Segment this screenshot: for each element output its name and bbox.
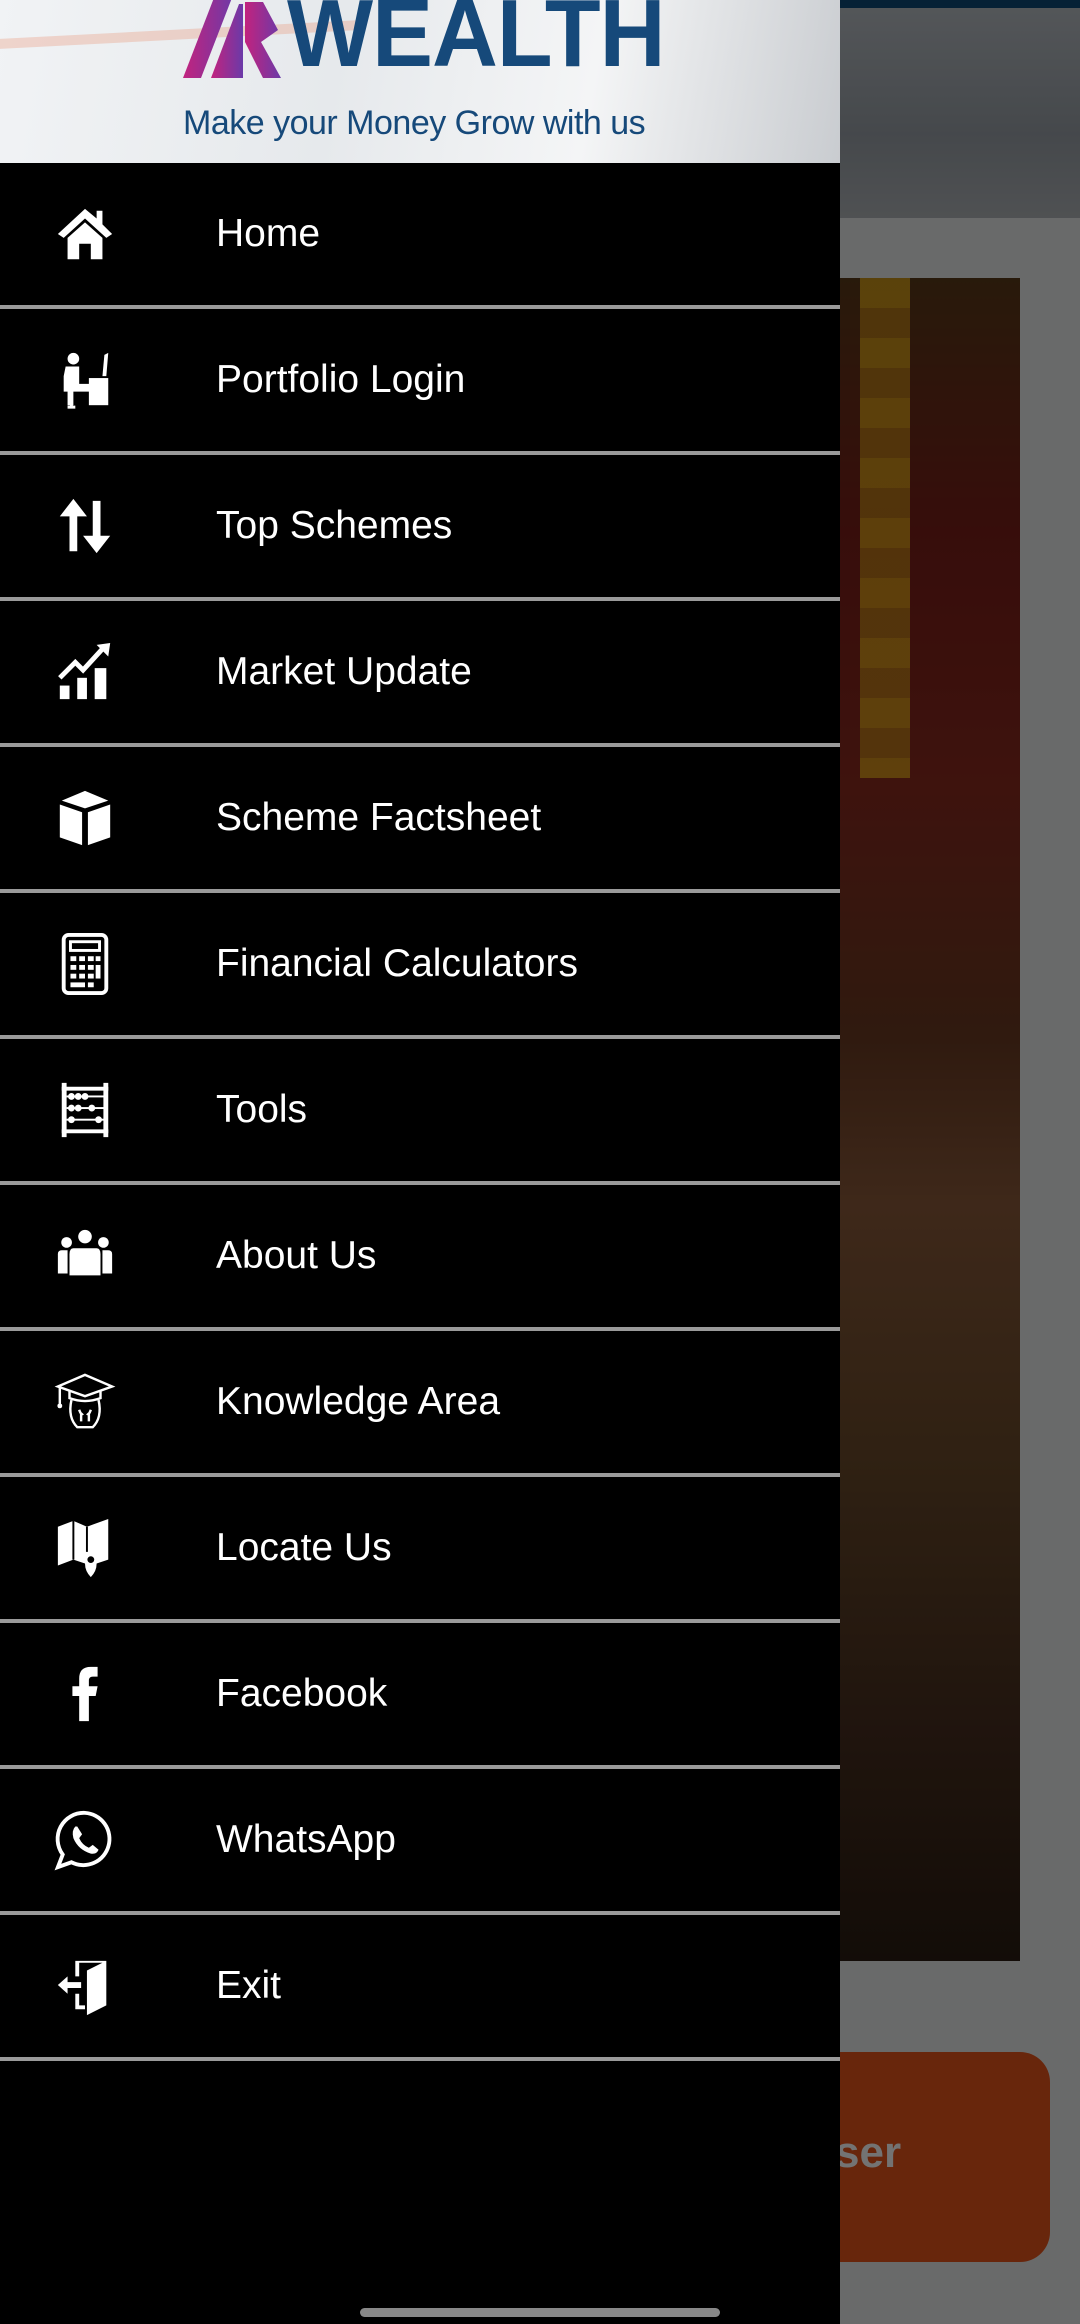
menu-label: WhatsApp xyxy=(216,1818,396,1861)
home-icon xyxy=(50,199,120,269)
chart-growth-icon xyxy=(50,637,120,707)
drawer-menu: Home Portfolio Login Top Schemes Market … xyxy=(0,163,840,2061)
calculator-icon xyxy=(50,929,120,999)
menu-label: Scheme Factsheet xyxy=(216,796,542,839)
menu-label: Home xyxy=(216,212,321,255)
menu-label: Locate Us xyxy=(216,1526,392,1569)
navigation-drawer: WEALTH Make your Money Grow with us Home… xyxy=(0,0,840,2324)
menu-label: Tools xyxy=(216,1088,308,1131)
menu-label: Knowledge Area xyxy=(216,1380,501,1423)
brand-logo: WEALTH xyxy=(183,0,684,87)
person-at-desk-icon xyxy=(50,345,120,415)
menu-label: Portfolio Login xyxy=(216,358,466,401)
menu-label: Exit xyxy=(216,1964,282,2007)
menu-item-facebook[interactable]: Facebook xyxy=(0,1623,840,1769)
ar-logo-mark-icon xyxy=(183,0,281,78)
exit-door-icon xyxy=(50,1951,120,2021)
menu-item-market-update[interactable]: Market Update xyxy=(0,601,840,747)
menu-label: Financial Calculators xyxy=(216,942,578,985)
menu-label: Facebook xyxy=(216,1672,388,1715)
menu-item-portfolio-login[interactable]: Portfolio Login xyxy=(0,309,840,455)
menu-label: Top Schemes xyxy=(216,504,453,547)
map-pin-icon xyxy=(50,1513,120,1583)
menu-item-exit[interactable]: Exit xyxy=(0,1915,840,2061)
menu-label: About Us xyxy=(216,1234,377,1277)
menu-item-about-us[interactable]: About Us xyxy=(0,1185,840,1331)
menu-item-top-schemes[interactable]: Top Schemes xyxy=(0,455,840,601)
brand-name: WEALTH xyxy=(287,0,666,87)
facebook-icon xyxy=(50,1659,120,1729)
abacus-icon xyxy=(50,1075,120,1145)
cube-icon xyxy=(50,783,120,853)
menu-item-knowledge-area[interactable]: Knowledge Area xyxy=(0,1331,840,1477)
menu-item-scheme-factsheet[interactable]: Scheme Factsheet xyxy=(0,747,840,893)
sort-arrows-icon xyxy=(50,491,120,561)
graduate-icon xyxy=(50,1367,120,1437)
menu-item-home[interactable]: Home xyxy=(0,163,840,309)
whatsapp-icon xyxy=(50,1805,120,1875)
gesture-navigation-bar[interactable] xyxy=(360,2308,720,2317)
menu-item-locate-us[interactable]: Locate Us xyxy=(0,1477,840,1623)
menu-item-whatsapp[interactable]: WhatsApp xyxy=(0,1769,840,1915)
menu-item-financial-calculators[interactable]: Financial Calculators xyxy=(0,893,840,1039)
brand-tagline: Make your Money Grow with us xyxy=(183,104,646,142)
group-icon xyxy=(50,1221,120,1291)
drawer-header: WEALTH Make your Money Grow with us xyxy=(0,0,840,163)
menu-label: Market Update xyxy=(216,650,472,693)
menu-item-tools[interactable]: Tools xyxy=(0,1039,840,1185)
